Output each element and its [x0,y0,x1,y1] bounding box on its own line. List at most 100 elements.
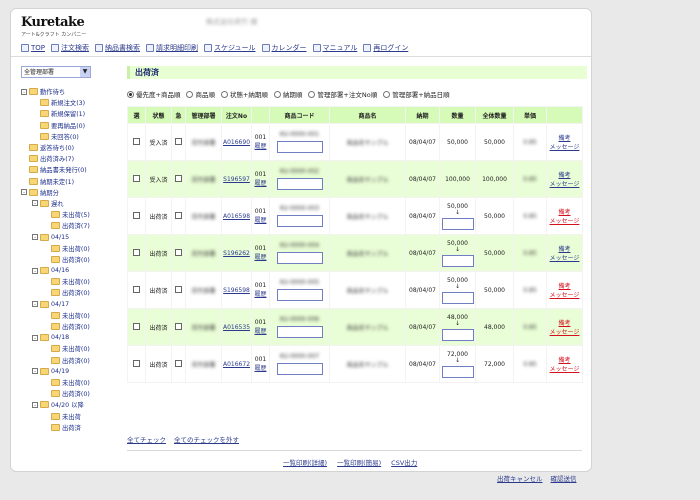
tree-item[interactable]: 未出荷(5) [21,209,116,220]
order-number-link[interactable]: S196597 [223,176,250,183]
radio-button[interactable] [220,90,228,98]
product-code-input[interactable] [276,215,323,227]
history-link[interactable]: 履歴 [254,291,266,298]
radio-button[interactable] [308,90,316,98]
message-link[interactable]: メッセージ [548,253,581,262]
sort-option[interactable]: 状態+納期順 [220,89,268,99]
radio-button[interactable] [383,90,391,98]
order-number-link[interactable]: S196598 [223,287,250,294]
sort-option[interactable]: 商品順 [186,89,215,99]
urgent-checkbox[interactable] [175,248,182,256]
nav-search[interactable]: 注文検索 [51,43,89,53]
tree-item[interactable]: 未出荷(0) [21,310,116,321]
cancel-shipment-link[interactable]: 出荷キャンセル [497,473,543,483]
tree-item[interactable]: - 04/17 [21,299,116,310]
confirm-send-link[interactable]: 確認送信 [551,473,577,483]
collapse-toggle-icon[interactable]: - [21,189,27,196]
collapse-toggle-icon[interactable]: - [32,234,38,241]
tree-item[interactable]: 返答待ち(0) [21,142,116,153]
radio-button[interactable] [127,90,134,98]
tree-item[interactable]: 未出荷(0) [21,377,116,388]
uncheck-all-link[interactable]: 全てのチェックを外す [174,434,239,444]
tree-item[interactable]: 新規注文(3) [21,97,116,108]
tree-item[interactable]: 出荷済(7) [21,220,116,231]
tree-item[interactable]: - 納期分 [21,187,116,198]
row-checkbox[interactable] [133,322,140,330]
row-checkbox[interactable] [133,211,140,219]
row-checkbox[interactable] [133,174,140,182]
message-link[interactable]: メッセージ [548,142,581,151]
sort-option[interactable]: 優先度+商品順 [127,89,180,99]
quantity-input[interactable] [441,328,474,341]
radio-button[interactable] [273,90,281,98]
row-checkbox[interactable] [133,285,140,293]
collapse-toggle-icon[interactable]: - [32,334,38,342]
history-link[interactable]: 履歴 [254,365,266,372]
message-link[interactable]: メッセージ [548,290,581,299]
tree-item[interactable]: - 04/18 [21,332,116,343]
print-simple-link[interactable]: 一覧印刷(簡易) [337,457,381,467]
history-link[interactable]: 履歴 [254,180,266,187]
collapse-toggle-icon[interactable]: - [32,368,38,375]
print-detail-link[interactable]: 一覧印刷(詳細) [283,457,327,467]
check-all-link[interactable]: 全てチェック [127,434,166,444]
quantity-input[interactable] [441,291,474,304]
tree-item[interactable]: - 04/15 [21,231,116,242]
tree-item[interactable]: 要再納品(0) [21,120,116,131]
history-link[interactable]: 履歴 [254,254,266,261]
order-number-link[interactable]: A016598 [223,213,250,220]
collapse-toggle-icon[interactable]: - [21,88,27,96]
nav-print[interactable]: 請求明細印刷 [146,43,198,53]
tree-item[interactable]: - 動作待ち [21,86,116,97]
chevron-down-icon[interactable]: ▼ [80,67,90,77]
tree-item[interactable]: 出荷済(0) [21,287,116,298]
product-code-input[interactable] [276,141,323,153]
department-select[interactable]: 全管理部署 ▼ [21,66,91,78]
tree-item[interactable]: 出荷済み(7) [21,153,116,164]
collapse-toggle-icon[interactable]: - [32,401,38,409]
urgent-checkbox[interactable] [175,322,182,330]
row-checkbox[interactable] [133,359,140,367]
tree-item[interactable]: 出荷済(0) [21,355,116,366]
urgent-checkbox[interactable] [175,285,182,293]
remarks-link[interactable]: 備考 [548,170,581,179]
tree-item[interactable]: 納期未定(1) [21,176,116,187]
nav-home[interactable]: TOP [21,43,45,53]
order-number-link[interactable]: S196262 [223,250,250,257]
message-link[interactable]: メッセージ [548,327,581,336]
message-link[interactable]: メッセージ [548,216,581,225]
collapse-toggle-icon[interactable]: - [32,267,38,275]
nav-manual[interactable]: マニュアル [312,43,357,53]
sort-option[interactable]: 管理部署+注文No順 [308,89,377,99]
message-link[interactable]: メッセージ [548,364,581,373]
quantity-input[interactable] [441,254,474,267]
tree-item[interactable]: 出荷済 [21,422,116,433]
urgent-checkbox[interactable] [175,359,182,367]
product-code-input[interactable] [276,326,323,338]
csv-export-link[interactable]: CSV出力 [391,457,417,467]
tree-item[interactable]: 未出荷(0) [21,343,116,354]
tree-item[interactable]: 未出荷 [21,410,116,421]
order-number-link[interactable]: A016690 [223,139,250,146]
sort-option[interactable]: 納期順 [273,89,302,99]
tree-item[interactable]: 新規保留(1) [21,108,116,119]
tree-item[interactable]: - 04/16 [21,265,116,276]
tree-item[interactable]: 未回答(0) [21,131,116,142]
message-link[interactable]: メッセージ [548,179,581,188]
remarks-link[interactable]: 備考 [548,133,581,142]
nav-schedule[interactable]: スケジュール [204,43,256,53]
product-code-input[interactable] [276,178,323,190]
product-code-input[interactable] [276,363,323,375]
urgent-checkbox[interactable] [175,174,182,182]
tree-item[interactable]: - 04/20 以降 [21,399,116,410]
urgent-checkbox[interactable] [175,211,182,219]
row-checkbox[interactable] [133,137,140,145]
nav-document[interactable]: 納品書検索 [95,43,140,53]
row-checkbox[interactable] [133,248,140,256]
logo[interactable]: Kuretake [21,15,85,30]
remarks-link[interactable]: 備考 [548,318,581,327]
tree-item[interactable]: 出荷済(0) [21,254,116,265]
nav-key[interactable]: 再ログイン [363,43,408,53]
radio-button[interactable] [186,90,194,98]
nav-calendar[interactable]: カレンダー [261,43,307,53]
